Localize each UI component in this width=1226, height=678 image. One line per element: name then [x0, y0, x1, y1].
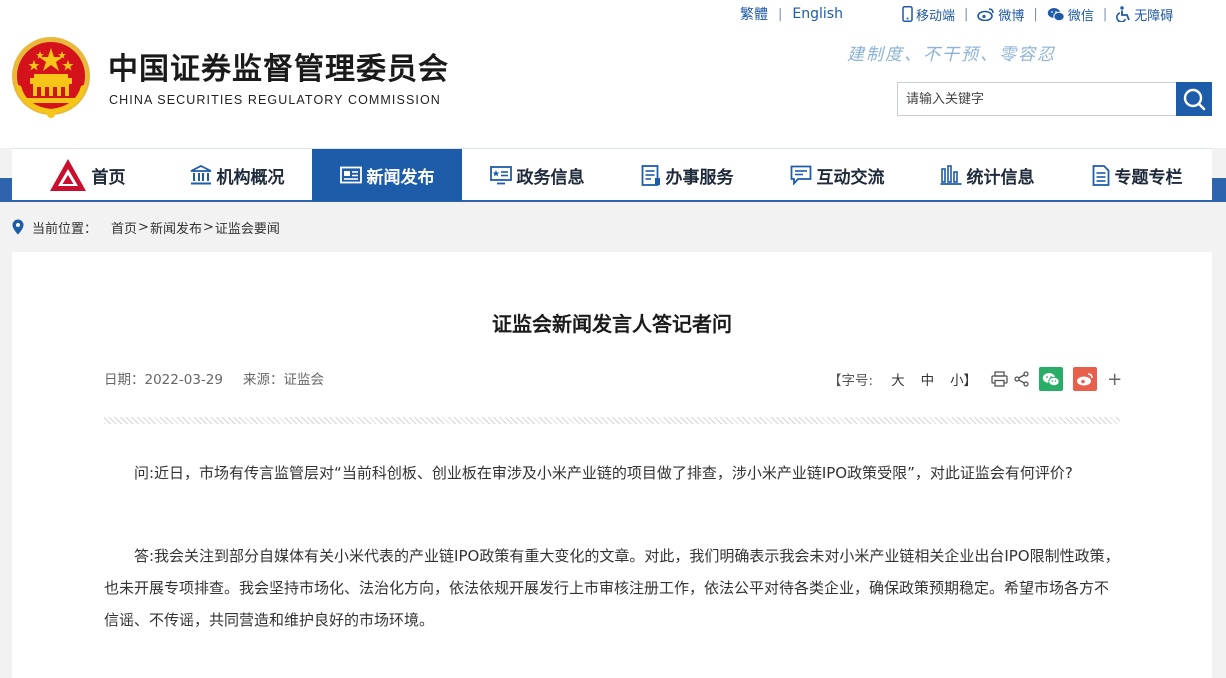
site-header: 中国证券监督管理委员会 CHINA SECURITIES REGULATORY … [0, 0, 1226, 148]
national-emblem-icon [12, 37, 90, 118]
chat-icon [790, 165, 811, 185]
file-icon [1092, 164, 1109, 186]
mobile-phone-icon [902, 6, 913, 22]
breadcrumb-csrc-news[interactable]: 证监会要闻 [215, 218, 280, 237]
wheelchair-icon [1116, 6, 1131, 22]
accessibility-link[interactable]: 无障碍 [1116, 5, 1173, 24]
nav-item-interaction[interactable]: 互动交流 [762, 149, 912, 201]
article-question: 问:近日，市场有传言监管层对“当前科创板、创业板在审涉及小米产业链的项目做了排查… [134, 464, 1073, 482]
divider: | [778, 6, 783, 22]
font-size-large[interactable]: 大 [891, 369, 905, 389]
csrc-logo-icon [49, 159, 86, 191]
mobile-link[interactable]: 移动端 [902, 5, 955, 24]
breadcrumb: 当前位置： 首页 > 新闻发布 > 证监会要闻 [12, 217, 280, 237]
nav-item-news[interactable]: 新闻发布 [312, 149, 462, 201]
article-title: 证监会新闻发言人答记者问 [492, 312, 732, 336]
bar-chart-icon [940, 165, 961, 185]
share-wechat-button[interactable] [1039, 367, 1064, 391]
search-icon [1183, 88, 1206, 111]
language-links: 繁體 | English [740, 5, 843, 23]
article-tools: 【字号: 大 中 小】 + [828, 364, 1122, 394]
slogan: 建制度、不干预、零容忍 [847, 45, 1056, 65]
main-nav: 首页 机构概况 新闻发布 政务信息 办事服务 互动交流 统计信息 专题专栏 [12, 148, 1212, 201]
document-icon [641, 164, 660, 186]
wechat-link[interactable]: 微信 [1047, 5, 1094, 24]
building-icon [190, 165, 211, 185]
wechat-link-label: 微信 [1067, 8, 1094, 24]
breadcrumb-separator: > [202, 219, 214, 235]
search-input[interactable] [897, 82, 1177, 116]
nav-item-about[interactable]: 机构概况 [162, 149, 312, 201]
nav-item-label: 机构概况 [216, 167, 285, 188]
breadcrumb-news[interactable]: 新闻发布 [150, 218, 202, 237]
weibo-icon [1077, 373, 1093, 386]
mobile-link-label: 移动端 [916, 8, 956, 24]
share-icon [1014, 371, 1029, 387]
weibo-link[interactable]: 微博 [977, 5, 1024, 24]
source-label: 来源： [242, 372, 284, 388]
location-pin-icon [12, 219, 24, 235]
font-size-small[interactable]: 小】 [950, 369, 977, 389]
nav-item-home[interactable]: 首页 [12, 149, 162, 201]
breadcrumb-separator: > [138, 219, 149, 235]
weibo-link-label: 微博 [998, 8, 1025, 24]
site-title-en: CHINA SECURITIES REGULATORY COMMISSION [109, 93, 441, 107]
wechat-icon [1047, 7, 1065, 21]
weibo-icon [977, 8, 995, 21]
share-weibo-button[interactable] [1073, 367, 1098, 391]
search-button[interactable] [1176, 82, 1212, 116]
site-title-cn: 中国证券监督管理委员会 [108, 52, 449, 87]
breadcrumb-home[interactable]: 首页 [111, 218, 137, 237]
divider: | [1102, 6, 1108, 22]
article-source: 证监会 [283, 372, 324, 388]
accessibility-link-label: 无障碍 [1134, 8, 1174, 24]
print-button[interactable] [991, 371, 1008, 387]
nav-item-label: 专题专栏 [1114, 167, 1183, 188]
article-meta: 日期：2022-03-29 来源：证监会 [104, 368, 324, 388]
nav-item-government-info[interactable]: 政务信息 [462, 149, 612, 201]
article: 证监会新闻发言人答记者问 日期：2022-03-29 来源：证监会 【字号: 大 … [12, 252, 1212, 678]
printer-icon [991, 371, 1008, 387]
title-divider [104, 417, 1120, 424]
service-links: 移动端 | 微博 | 微信 | 无障碍 [902, 5, 1173, 24]
article-date: 2022-03-29 [144, 372, 223, 388]
nav-item-special-topics[interactable]: 专题专栏 [1062, 149, 1212, 201]
traditional-chinese-link[interactable]: 繁體 [740, 4, 768, 24]
share-button[interactable] [1014, 371, 1029, 387]
divider: | [964, 6, 969, 22]
wechat-icon [1042, 372, 1060, 386]
nav-item-label: 新闻发布 [366, 167, 435, 188]
date-label: 日期： [104, 372, 145, 388]
board-icon [489, 165, 512, 184]
english-link[interactable]: English [792, 6, 843, 22]
font-size-label: 【字号: [828, 373, 874, 389]
nav-item-statistics[interactable]: 统计信息 [912, 149, 1062, 201]
nav-item-label: 互动交流 [816, 167, 885, 188]
nav-item-label: 首页 [91, 167, 126, 188]
nav-item-label: 办事服务 [665, 167, 734, 188]
nav-item-label: 统计信息 [966, 167, 1035, 188]
nav-item-services[interactable]: 办事服务 [612, 149, 762, 201]
font-size-medium[interactable]: 中 [921, 369, 935, 389]
breadcrumb-label: 当前位置： [32, 221, 98, 237]
newspaper-icon [339, 166, 362, 184]
nav-item-label: 政务信息 [516, 167, 585, 188]
share-more-button[interactable]: + [1107, 369, 1122, 390]
article-answer: 答:我会关注到部分自媒体有关小米代表的产业链IPO政策有重大变化的文章。对此，我… [104, 547, 1120, 629]
divider: | [1033, 6, 1038, 22]
